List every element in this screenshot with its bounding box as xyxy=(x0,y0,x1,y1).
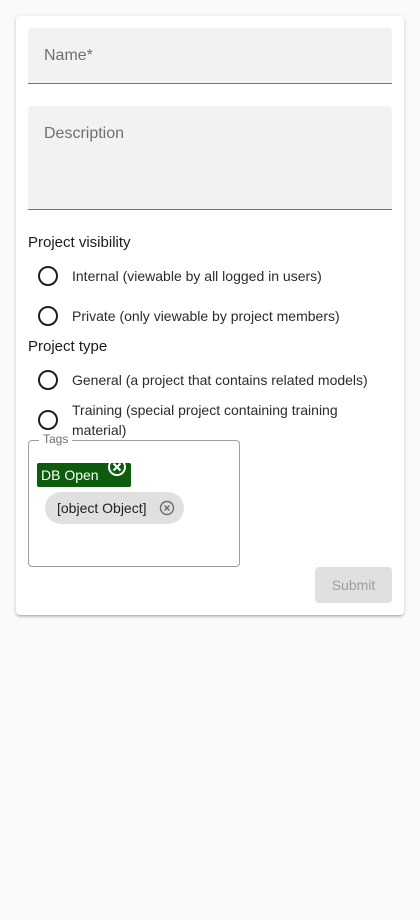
radio-private-label: Private (only viewable by project member… xyxy=(72,308,340,324)
description-field-label: Description xyxy=(44,125,125,142)
remove-tag-icon[interactable] xyxy=(107,457,127,477)
type-section-title: Project type xyxy=(28,338,108,355)
tag-chip-db-open[interactable]: DB Open xyxy=(37,458,131,487)
project-form-card: Name* Description Project visibility Int… xyxy=(16,16,404,615)
radio-internal[interactable] xyxy=(38,266,58,286)
tag-chip-object[interactable]: [object Object] xyxy=(45,492,184,524)
radio-general[interactable] xyxy=(38,370,58,390)
radio-internal-label: Internal (viewable by all logged in user… xyxy=(72,268,322,284)
visibility-section-title: Project visibility xyxy=(28,234,131,251)
name-field-label: Name* xyxy=(44,47,93,64)
radio-general-label: General (a project that contains related… xyxy=(72,372,368,388)
radio-private[interactable] xyxy=(38,306,58,326)
name-field[interactable]: Name* xyxy=(28,28,392,84)
tag-chip-object-label: [object Object] xyxy=(57,500,147,516)
tag-chip-db-open-label: DB Open xyxy=(41,467,99,483)
radio-training-label: Training (special project containing tra… xyxy=(72,402,338,438)
tags-input[interactable]: Tags DB Open [object Object] xyxy=(28,432,240,567)
submit-button[interactable]: Submit xyxy=(315,567,392,603)
radio-training[interactable] xyxy=(38,410,58,430)
remove-tag-icon[interactable] xyxy=(159,500,175,516)
tags-legend: Tags xyxy=(39,432,73,446)
description-field[interactable]: Description xyxy=(28,106,392,210)
